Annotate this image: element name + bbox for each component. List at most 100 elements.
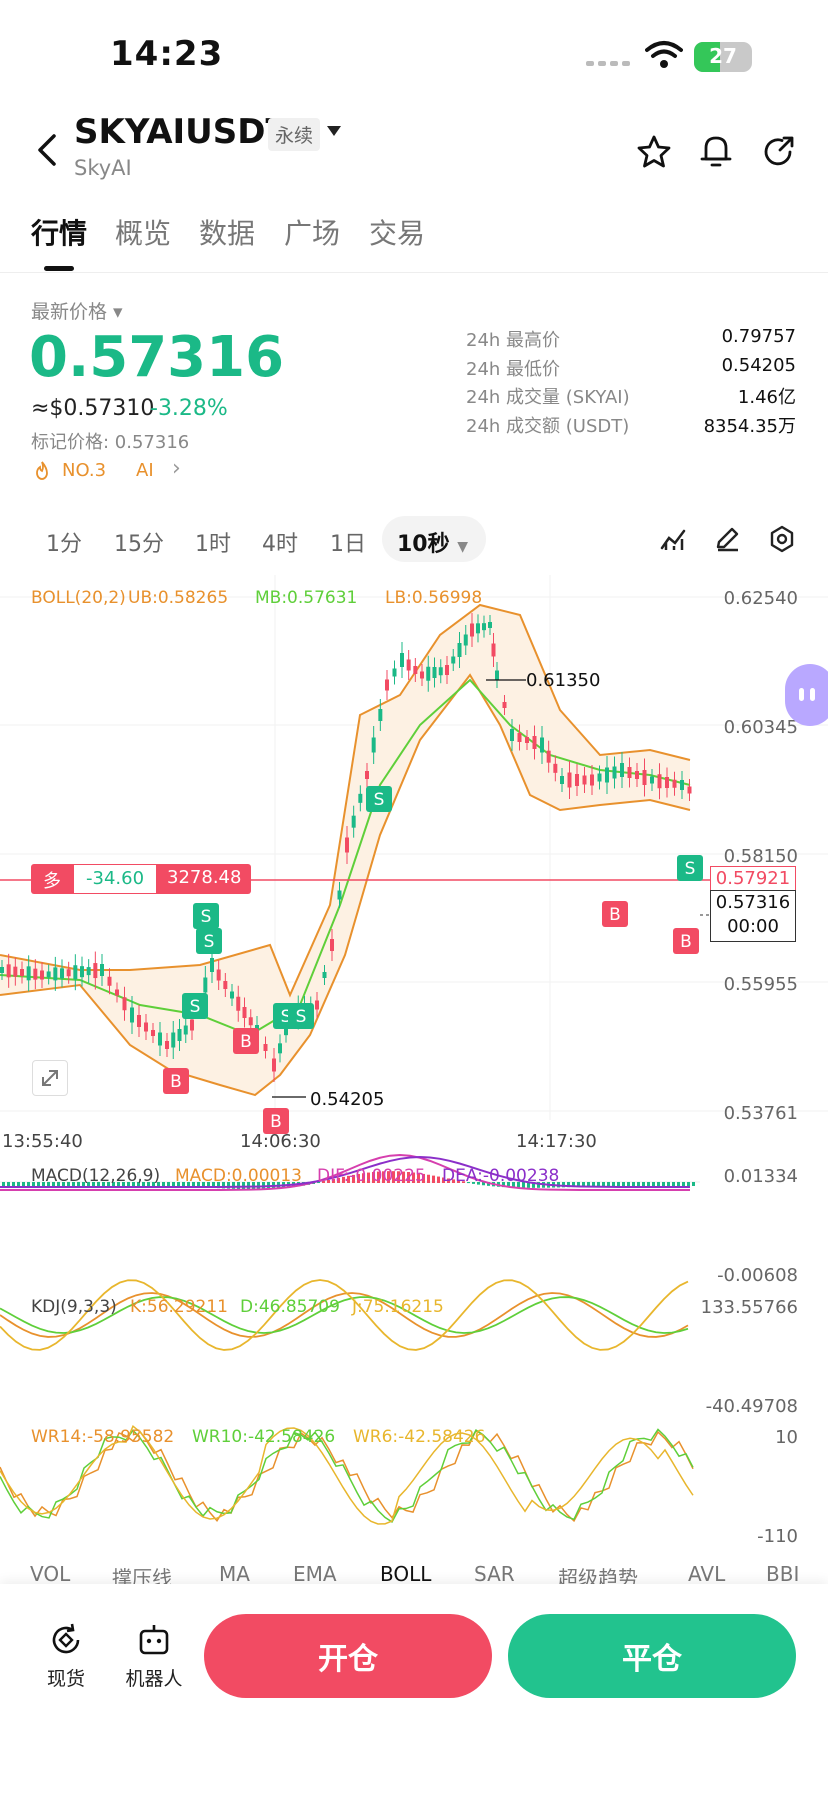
tab-data[interactable]: 数据 [199,212,255,252]
candle-body [272,1058,276,1072]
current-price-tag: 0.57921 [710,866,796,892]
indicator-icon[interactable] [660,526,688,552]
y-axis-label: 0.58150 [723,846,798,867]
fire-icon [36,461,48,480]
robot-icon[interactable] [136,1622,172,1658]
candle-body [80,966,84,978]
macd-histogram-bar [427,1174,430,1183]
settings-hexagon-icon[interactable] [767,524,797,554]
candle-body [365,771,369,779]
stat-label-low: 24h 最低价 [466,359,561,380]
ind-tab-vol[interactable]: VOL [30,1562,70,1584]
trade-marker-label: S [374,790,385,810]
ind-tab-support[interactable]: 撑压线 [112,1562,172,1584]
wr14: WR14:-58.95582 [31,1427,175,1447]
tab-trade[interactable]: 交易 [369,212,425,252]
candle-body [540,737,544,753]
ind-tab-sar[interactable]: SAR [474,1562,515,1584]
usd-price: ≈$0.57310 [31,396,155,421]
candle-body [60,968,64,979]
symbol-title[interactable]: SKYAIUSDT [74,112,289,152]
macd-histogram-bar [692,1182,695,1186]
macd-y-top: 0.01334 [723,1166,798,1187]
candle-body [378,709,383,721]
tab-overview[interactable]: 概览 [115,212,171,252]
latest-price-label[interactable]: 最新价格 ▾ [31,297,123,324]
macd-histogram-bar [642,1182,645,1187]
candle-body [392,668,397,677]
assistant-float-icon[interactable] [785,664,828,726]
candle-body [6,964,11,978]
ind-tab-ma[interactable]: MA [219,1562,250,1584]
macd-y-bottom: -0.00608 [717,1265,798,1286]
robot-label[interactable]: 机器人 [118,1664,190,1691]
candle-body [635,771,639,779]
expand-icon[interactable] [32,1060,68,1096]
candle-body [546,750,551,763]
position-bar[interactable]: 多 -34.60 3278.48 [31,864,252,894]
macd-histogram-bar [667,1182,670,1187]
back-arrow-icon[interactable] [28,130,68,170]
macd-histogram-bar [437,1176,440,1183]
share-icon[interactable] [760,134,796,170]
ai-tag[interactable]: AI [136,460,154,481]
timeframe-15m[interactable]: 15分 [114,526,164,558]
macd-histogram-bar [162,1182,165,1187]
candle-body [385,679,389,691]
macd-histogram-bar [657,1182,660,1187]
macd-value: MACD:0.00013 [175,1166,302,1186]
stat-value-turnover: 8354.35万 [703,416,796,437]
chevron-right-icon[interactable]: › [172,456,181,481]
candle-body [13,966,18,977]
low-annotation: 0.54205 [310,1089,385,1110]
candle-body [183,1025,188,1035]
spot-icon[interactable] [48,1622,84,1658]
spot-label[interactable]: 现货 [38,1664,94,1691]
timeframe-1m[interactable]: 1分 [46,526,82,558]
candle-body [151,1030,155,1036]
timeframe-10s[interactable]: 10秒 ▼ [397,526,468,558]
macd-histogram-bar [2,1182,5,1186]
macd-histogram-bar [682,1182,685,1186]
candle-body [93,963,98,979]
candle-body [680,780,684,790]
close-position-button[interactable]: 平仓 [508,1614,796,1698]
dropdown-triangle-icon[interactable] [326,124,342,138]
candle-body [532,736,537,749]
candle-body [457,643,462,657]
x-axis-time: 13:55:40 [2,1131,83,1152]
rank-badge[interactable]: NO.3 [62,460,106,481]
ind-tab-boll[interactable]: BOLL [380,1562,431,1584]
candle-body [190,1019,194,1031]
tab-square[interactable]: 广场 [284,212,340,252]
draw-pen-icon[interactable] [714,526,742,552]
boll-ub: UB:0.58265 [128,588,229,608]
macd-histogram-bar [12,1182,15,1186]
battery-icon: 27 [694,42,752,72]
timeframe-4h[interactable]: 4时 [262,526,298,558]
tab-market[interactable]: 行情 [31,212,87,252]
bell-icon[interactable] [698,132,734,170]
star-icon[interactable] [636,134,672,170]
candle-body [553,763,558,773]
ind-tab-bbi[interactable]: BBI [766,1562,799,1584]
price-change: -3.28% [150,396,228,421]
ind-tab-avl[interactable]: AVL [688,1562,725,1584]
open-position-button[interactable]: 开仓 [204,1614,492,1698]
ind-tab-ema[interactable]: EMA [293,1562,337,1584]
candle-body [517,733,522,742]
trade-marker-label: B [270,1112,282,1132]
trade-marker-label: S [204,932,215,952]
timeframe-1h[interactable]: 1时 [195,526,231,558]
candle-body [177,1029,182,1041]
ind-tab-supertrend[interactable]: 超级趋势 [558,1562,638,1584]
stat-label-volume: 24h 成交量 (SKYAI) [466,387,630,408]
x-axis-time: 14:06:30 [240,1131,321,1152]
timeframe-1d[interactable]: 1日 [330,526,366,558]
macd-histogram-bar [607,1182,610,1187]
candle-body [66,969,71,977]
candle-body [122,997,127,1011]
candle-body [53,967,58,981]
macd-histogram-bar [612,1182,615,1187]
candle-body [242,1007,247,1018]
